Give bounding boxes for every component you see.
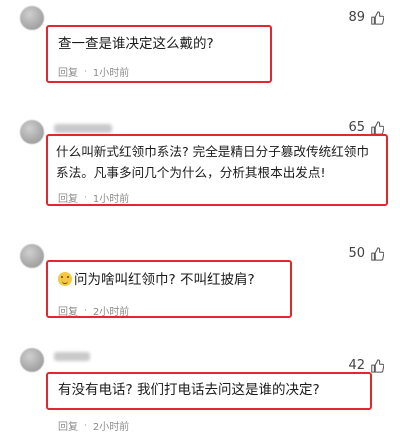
like-count: 50 bbox=[348, 246, 365, 261]
reply-button[interactable]: 回复 bbox=[58, 190, 78, 205]
timestamp: 2小时前 bbox=[92, 307, 130, 318]
thumbs-up-icon bbox=[371, 10, 384, 25]
like-count: 42 bbox=[348, 358, 365, 373]
comment-text-line-2: 系法。凡事多问几个为什么，分析其根本出发点! bbox=[56, 165, 326, 180]
smiley-emoji-icon bbox=[58, 272, 72, 286]
avatar[interactable] bbox=[20, 6, 44, 30]
timestamp: 1小时前 bbox=[92, 194, 130, 205]
separator: · bbox=[84, 305, 87, 316]
comment-meta: 回复 · 2小时前 bbox=[58, 418, 130, 434]
comment-text-line-1: 什么叫新式红领巾系法? 完全是精日分子篡改传统红领巾 bbox=[56, 144, 369, 159]
separator: · bbox=[84, 192, 87, 203]
reply-button[interactable]: 回复 bbox=[58, 418, 78, 433]
comment-meta: 回复 · 1小时前 bbox=[58, 190, 130, 206]
comment-meta: 回复 · 1小时前 bbox=[58, 64, 130, 80]
reply-button[interactable]: 回复 bbox=[58, 303, 78, 318]
avatar[interactable] bbox=[20, 348, 44, 372]
thumbs-up-icon bbox=[371, 246, 384, 261]
comment-text-body: 问为啥叫红领巾? 不叫红披肩? bbox=[74, 272, 255, 288]
like-button[interactable]: 50 bbox=[348, 246, 384, 261]
comment-text: 问为啥叫红领巾? 不叫红披肩? bbox=[58, 270, 255, 291]
separator: · bbox=[84, 420, 87, 431]
username-blurred bbox=[54, 352, 90, 361]
like-count: 89 bbox=[348, 10, 365, 25]
like-count: 65 bbox=[348, 120, 365, 135]
thumbs-up-icon bbox=[371, 358, 384, 373]
comment-meta: 回复 · 2小时前 bbox=[58, 303, 130, 319]
avatar[interactable] bbox=[20, 120, 44, 144]
comment-text: 查一查是谁决定这么戴的? bbox=[58, 36, 214, 52]
timestamp: 2小时前 bbox=[92, 422, 130, 433]
timestamp: 1小时前 bbox=[92, 68, 130, 79]
reply-button[interactable]: 回复 bbox=[58, 64, 78, 79]
like-button[interactable]: 42 bbox=[348, 358, 384, 373]
thumbs-up-icon bbox=[371, 120, 384, 135]
like-button[interactable]: 89 bbox=[348, 10, 384, 25]
avatar[interactable] bbox=[20, 244, 44, 268]
separator: · bbox=[84, 66, 87, 77]
username-blurred bbox=[54, 124, 112, 133]
like-button[interactable]: 65 bbox=[348, 120, 384, 135]
comment-text: 有没有电话? 我们打电话去问这是谁的决定? bbox=[58, 382, 320, 398]
